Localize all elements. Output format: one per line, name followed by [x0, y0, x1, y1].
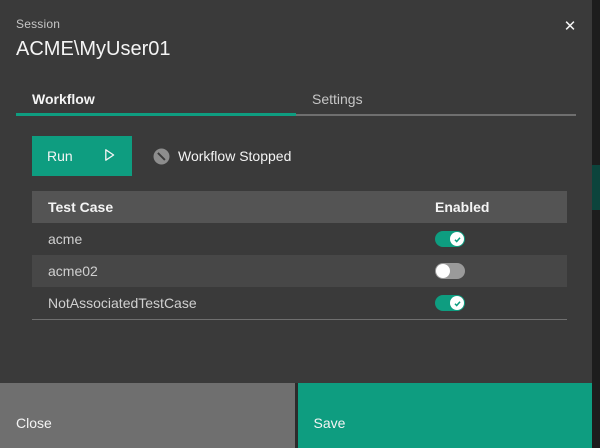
run-button-label: Run	[47, 148, 73, 164]
table-row: acme	[32, 223, 567, 255]
tab-settings[interactable]: Settings	[296, 84, 576, 116]
run-row: Run Workflow Stopped	[32, 136, 592, 176]
enabled-toggle[interactable]	[435, 295, 465, 311]
modal-footer: Close Save	[0, 383, 592, 448]
stopped-icon	[153, 148, 170, 165]
workflow-status-text: Workflow Stopped	[178, 148, 291, 164]
tab-workflow-label: Workflow	[32, 91, 95, 107]
toggle-knob	[450, 296, 464, 310]
close-icon: ✕	[564, 17, 577, 35]
toggle-knob	[436, 264, 450, 278]
close-button-footer[interactable]: Close	[0, 383, 295, 448]
table-header-row: Test Case Enabled	[32, 191, 567, 223]
tab-workflow[interactable]: Workflow	[16, 84, 296, 116]
tab-settings-label: Settings	[312, 91, 363, 107]
test-case-table: Test Case Enabled acme acme02	[32, 191, 567, 320]
check-icon	[453, 299, 462, 308]
modal-title: ACME\MyUser01	[16, 36, 576, 62]
workflow-status: Workflow Stopped	[153, 148, 291, 165]
table-row: NotAssociatedTestCase	[32, 287, 567, 319]
toggle-knob	[450, 232, 464, 246]
background-teal-element	[592, 165, 600, 210]
check-icon	[453, 235, 462, 244]
background-page-edge	[592, 0, 600, 448]
save-button[interactable]: Save	[298, 383, 593, 448]
tab-bar: Workflow Settings	[16, 84, 576, 116]
close-button[interactable]: ✕	[552, 8, 588, 44]
enabled-toggle[interactable]	[435, 263, 465, 279]
modal-label: Session	[16, 16, 576, 32]
test-case-name: NotAssociatedTestCase	[32, 295, 435, 311]
modal-header: Session ACME\MyUser01 ✕	[0, 0, 592, 62]
test-case-name: acme	[32, 231, 435, 247]
table-row: acme02	[32, 255, 567, 287]
column-header-test-case: Test Case	[32, 199, 435, 215]
column-header-enabled: Enabled	[435, 199, 567, 215]
enabled-toggle[interactable]	[435, 231, 465, 247]
session-modal: Session ACME\MyUser01 ✕ Workflow Setting…	[0, 0, 592, 448]
screen: Session ACME\MyUser01 ✕ Workflow Setting…	[0, 0, 600, 448]
run-button[interactable]: Run	[32, 136, 132, 176]
test-case-name: acme02	[32, 263, 435, 279]
play-icon	[101, 147, 117, 166]
